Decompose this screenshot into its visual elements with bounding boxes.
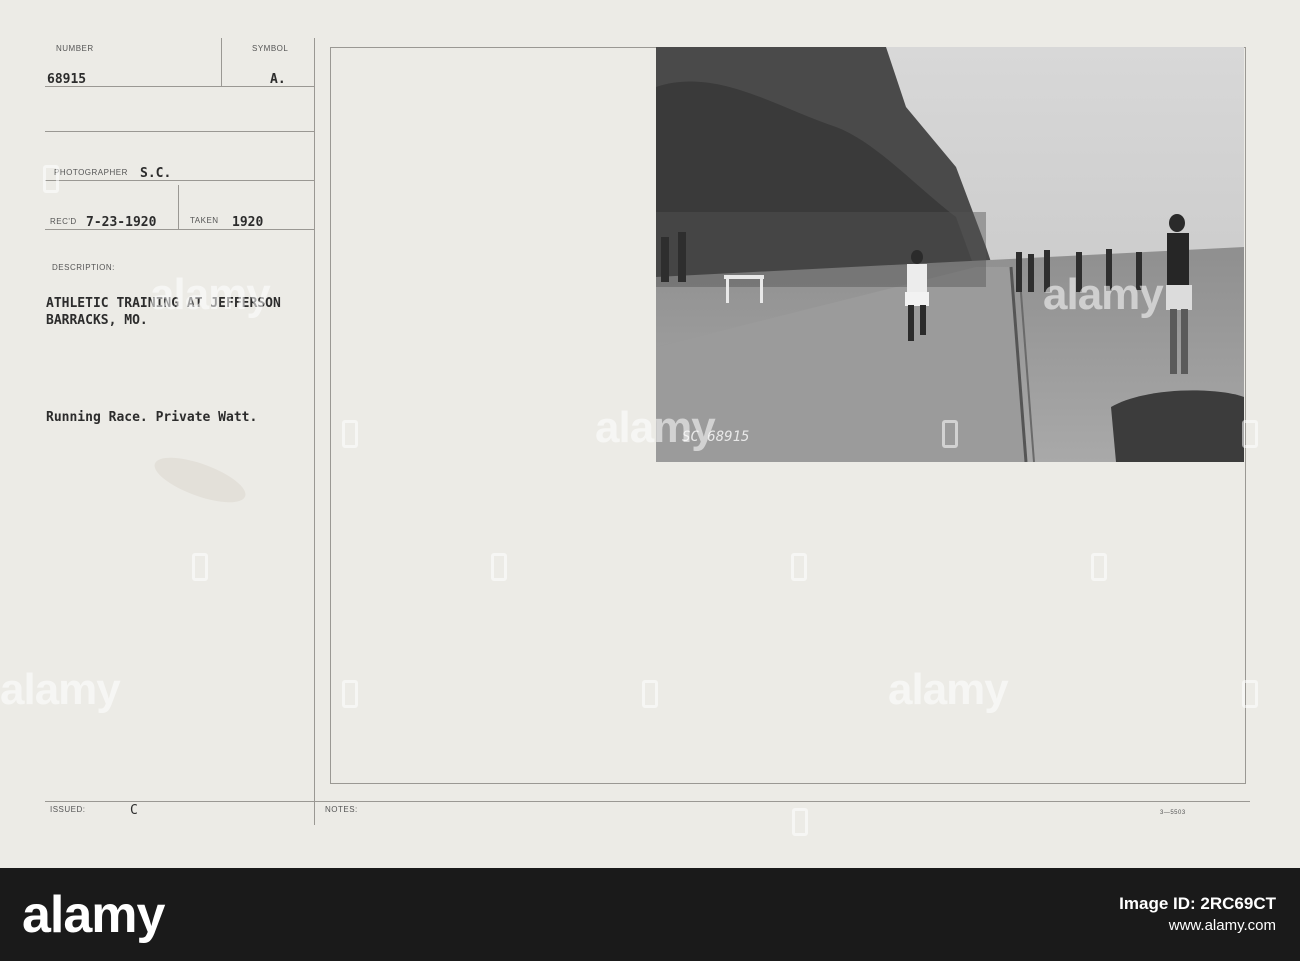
- watermark-3: alamy: [1043, 270, 1164, 319]
- watermark-mark-7: [942, 420, 958, 448]
- rule-photographer: [45, 180, 315, 181]
- watermark-mark-2: [192, 553, 208, 581]
- watermark-mark-11: [792, 808, 808, 836]
- rule-recd-divider: [178, 185, 179, 230]
- description-label: DESCRIPTION:: [52, 263, 115, 272]
- watermark-5: alamy: [888, 665, 1009, 714]
- image-id-block: Image ID: 2RC69CT www.alamy.com: [1119, 893, 1276, 937]
- watermark-mark-4: [491, 553, 507, 581]
- form-code: 3—5503: [1160, 810, 1186, 816]
- watermark-1: alamy: [150, 270, 271, 319]
- watermark-mark-3: [342, 420, 358, 448]
- taken-value: 1920: [232, 215, 264, 230]
- watermark-2: alamy: [595, 403, 716, 452]
- watermark-mark-10: [1242, 420, 1258, 448]
- stock-footer: [0, 868, 1300, 961]
- rule-section-1: [45, 131, 315, 132]
- photographer-value: S.C.: [140, 166, 172, 181]
- rule-left-column: [314, 38, 315, 825]
- alamy-logo: alamy: [22, 886, 165, 944]
- photo-caption: Running Race. Private Watt.: [46, 410, 258, 425]
- watermark-mark-12: [1242, 680, 1258, 708]
- record-symbol: A.: [270, 72, 286, 87]
- record-number: 68915: [47, 72, 87, 87]
- watermark-mark-6: [791, 553, 807, 581]
- description-line-2: BARRACKS, MO.: [46, 313, 148, 328]
- watermark-4: alamy: [0, 665, 121, 714]
- image-id: Image ID: 2RC69CT: [1119, 894, 1276, 913]
- mount-frame-left: [330, 47, 331, 784]
- paper-stain: [154, 457, 246, 503]
- site-url: www.alamy.com: [1168, 917, 1276, 934]
- notes-label: NOTES:: [325, 805, 358, 814]
- watermark-mark-5: [642, 680, 658, 708]
- rule-number-divider: [221, 38, 222, 86]
- issued-value: C: [130, 803, 138, 818]
- track-scene: [656, 47, 1244, 462]
- photographer-label: PHOTOGRAPHER: [54, 168, 128, 177]
- recd-value: 7-23-1920: [86, 215, 157, 230]
- issued-label: ISSUED:: [50, 805, 86, 814]
- archive-card: NUMBER SYMBOL PHOTOGRAPHER REC'D TAKEN D…: [0, 0, 1300, 868]
- watermark-mark-1: [43, 165, 59, 193]
- taken-label: TAKEN: [190, 216, 219, 225]
- race-photograph: SC 68915: [656, 47, 1244, 462]
- mount-frame-bottom: [330, 783, 1246, 784]
- symbol-label: SYMBOL: [252, 44, 289, 53]
- watermark-mark-9: [342, 680, 358, 708]
- recd-label: REC'D: [50, 217, 77, 226]
- mount-frame-right: [1245, 47, 1246, 784]
- number-label: NUMBER: [56, 44, 94, 53]
- watermark-mark-8: [1091, 553, 1107, 581]
- rule-bottom: [45, 801, 1250, 802]
